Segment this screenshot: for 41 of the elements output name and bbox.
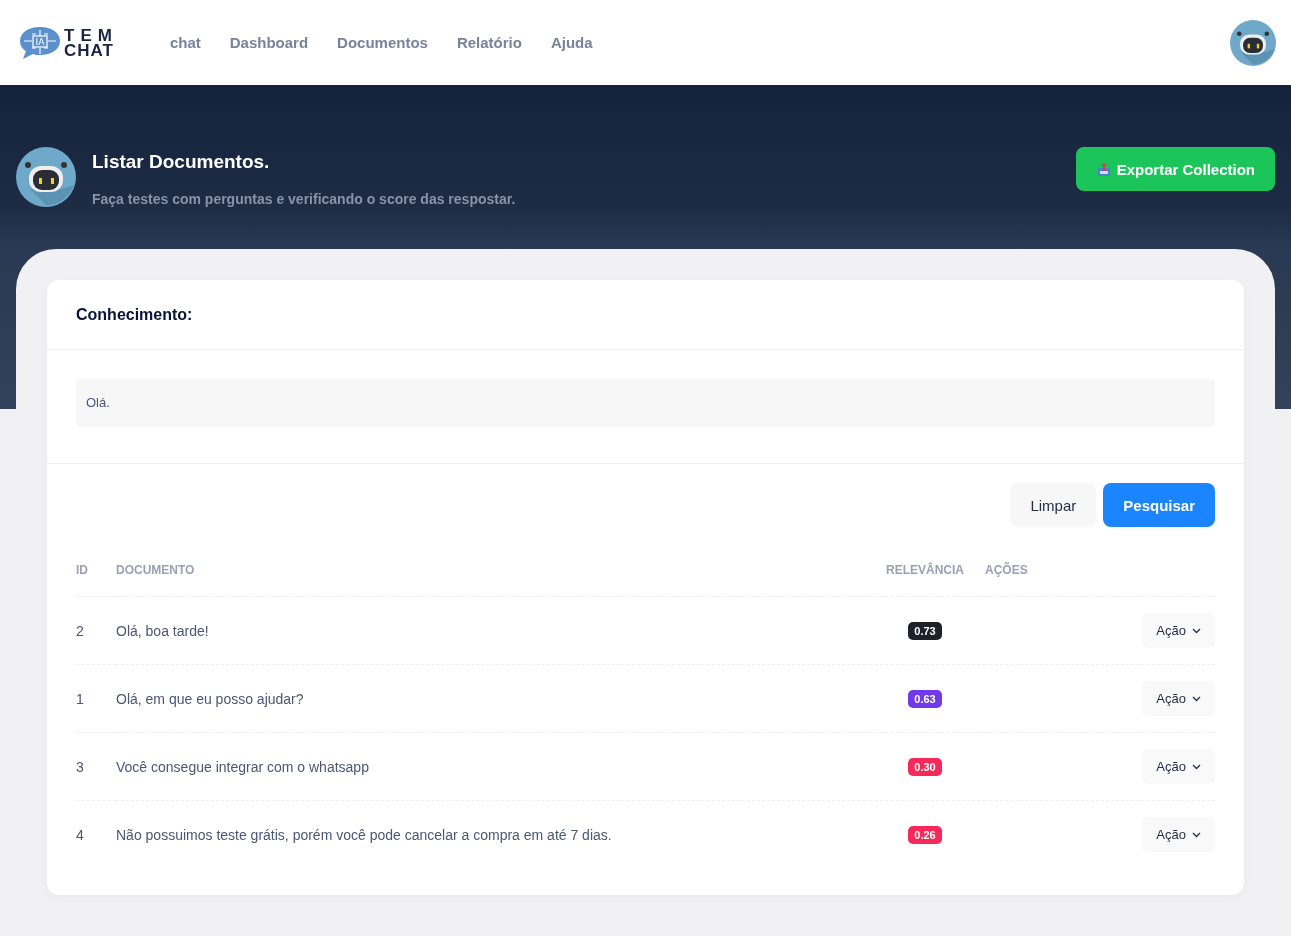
action-dropdown[interactable]: Ação xyxy=(1142,749,1215,784)
id-cell: 4 xyxy=(76,800,116,869)
logo-text: TEM CHAT xyxy=(64,27,118,58)
action-dropdown[interactable]: Ação xyxy=(1142,817,1215,853)
relevance-badge: 0.63 xyxy=(908,689,942,708)
document-cell: Olá, em que eu posso ajudar? xyxy=(116,664,865,733)
chevron-down-icon xyxy=(1192,627,1201,634)
chevron-down-icon xyxy=(1192,831,1201,838)
relevance-badge: 0.30 xyxy=(908,757,942,776)
column-header: AÇÕES xyxy=(985,563,1215,597)
column-header: DOCUMENTO xyxy=(116,563,865,597)
export-button[interactable]: Exportar Collection xyxy=(1075,147,1275,191)
nav-link[interactable]: chat xyxy=(169,34,201,51)
nav-link[interactable]: Documentos xyxy=(337,34,428,51)
document-cell: Você consegue integrar com o whatsapp xyxy=(116,732,865,801)
id-cell: 2 xyxy=(76,596,116,665)
card-title: Conhecimento: xyxy=(76,305,193,324)
column-header: RELEVÂNCIA xyxy=(865,563,985,597)
query-field[interactable]: Olá. xyxy=(76,379,1215,427)
id-cell: 1 xyxy=(76,664,116,733)
page-title: Listar Documentos. xyxy=(92,151,271,173)
relevance-badge: 0.73 xyxy=(908,621,942,640)
chevron-down-icon xyxy=(1192,763,1201,770)
nav-link[interactable]: Ajuda xyxy=(550,34,593,51)
chevron-down-icon xyxy=(1192,695,1201,702)
document-cell: Olá, boa tarde! xyxy=(116,596,865,665)
robot-avatar-icon xyxy=(1230,19,1276,66)
upload-tray-icon xyxy=(1097,162,1110,176)
document-cell: Não possuimos teste grátis, porém você pode cancelar a compra em até 7 dias. xyxy=(116,800,865,869)
action-dropdown[interactable]: Ação xyxy=(1142,613,1215,648)
action-dropdown[interactable]: Ação xyxy=(1142,681,1215,716)
column-header: ID xyxy=(76,563,116,597)
id-cell: 3 xyxy=(76,732,116,801)
page-subtitle: Faça testes com perguntas e verificando o score das respostar. xyxy=(92,191,517,207)
chat-bubble-logo-icon: IA xyxy=(18,25,62,60)
search-button[interactable]: Pesquisar xyxy=(1103,483,1215,527)
relevance-badge: 0.26 xyxy=(908,825,942,844)
nav-link[interactable]: Relatório xyxy=(456,34,522,51)
nav-link[interactable]: Dashboard xyxy=(229,34,309,51)
clear-button[interactable]: Limpar xyxy=(1010,483,1097,527)
robot-avatar-icon xyxy=(16,147,76,207)
